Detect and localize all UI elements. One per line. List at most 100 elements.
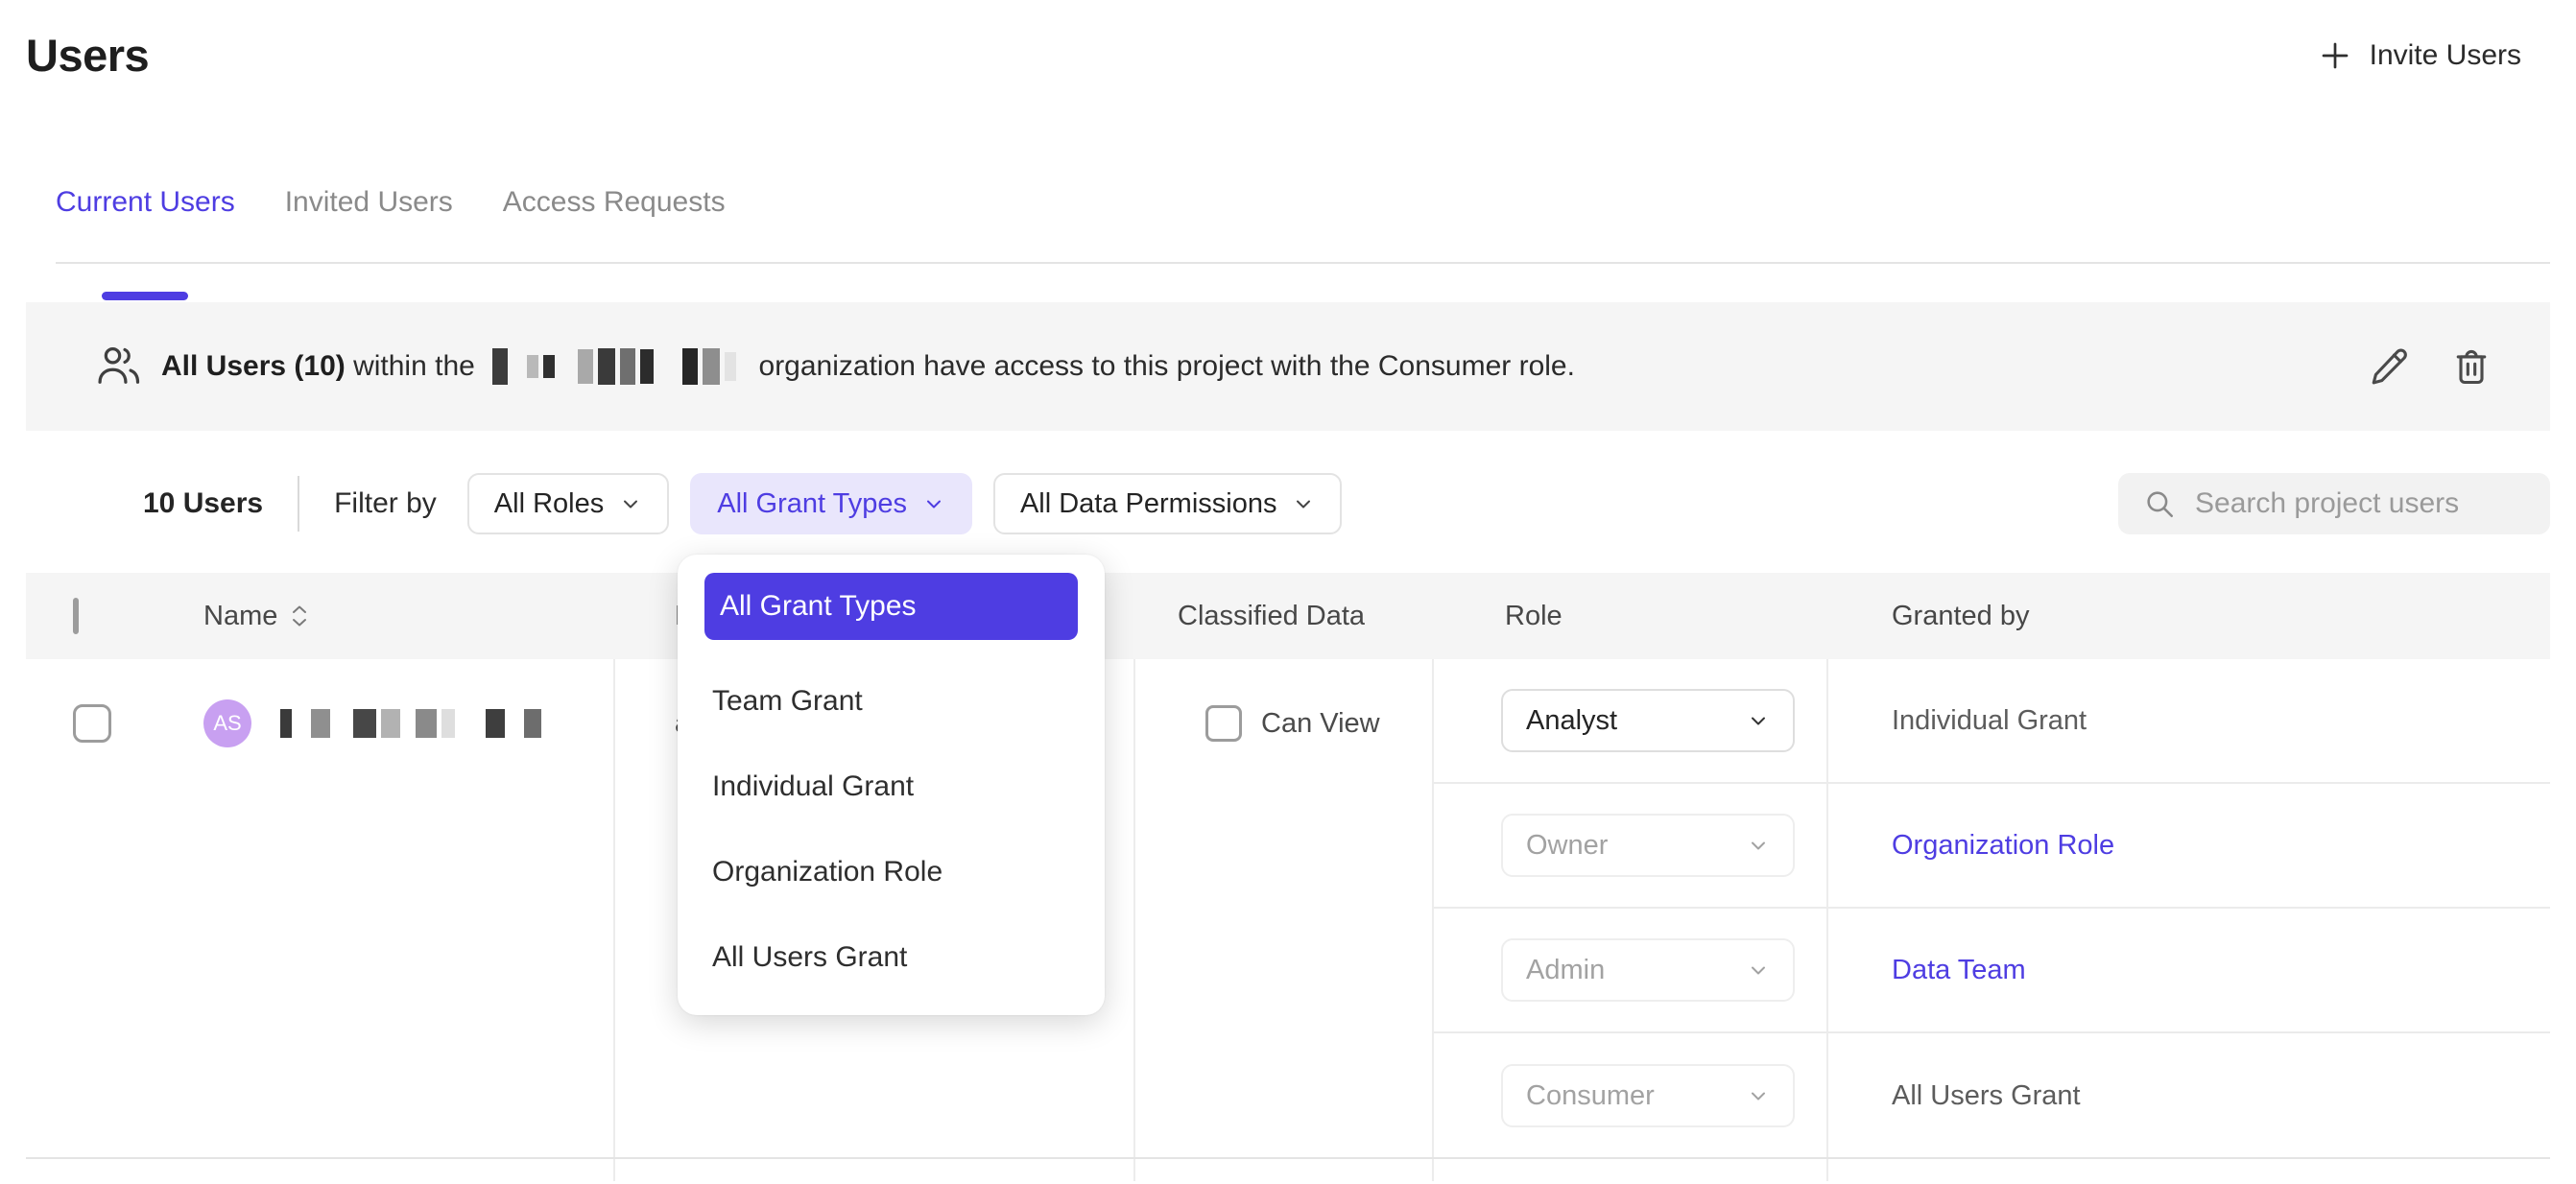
menu-item-organization-role[interactable]: Organization Role [678, 829, 1105, 914]
invite-users-label: Invite Users [2370, 39, 2521, 72]
filter-all-roles[interactable]: All Roles [467, 473, 669, 534]
chevron-down-icon [1747, 959, 1770, 982]
filter-bar: 10 Users Filter by All Roles All Grant T… [26, 473, 2550, 534]
select-all-checkbox[interactable] [73, 598, 79, 634]
menu-item-label: Team Grant [712, 685, 863, 718]
banner-text-after: organization have access to this project… [751, 350, 1575, 383]
filter-by-label: Filter by [334, 487, 437, 520]
active-tab-indicator [102, 292, 188, 300]
table-header: Name Email Classified Data Role Granted … [26, 573, 2550, 659]
table-body: AS a Can View Analyst [26, 659, 2550, 1181]
granted-by-value: All Users Grant [1892, 1080, 2081, 1111]
granted-by-link[interactable]: Data Team [1892, 955, 2026, 985]
users-table: Name Email Classified Data Role Granted … [26, 573, 2550, 1181]
granted-by-cell: Individual Grant [1826, 705, 2550, 737]
menu-item-individual-grant[interactable]: Individual Grant [678, 744, 1105, 829]
classified-data-cell: Can View [1133, 659, 1432, 788]
granted-by-cell: Data Team [1826, 955, 2550, 986]
people-icon [94, 342, 144, 391]
role-select-admin: Admin [1501, 938, 1795, 1002]
grants-list: Analyst Individual Grant Owner [1432, 659, 2550, 1181]
chevron-down-icon [1747, 1084, 1770, 1107]
header-checkbox-cell [26, 601, 203, 632]
banner-bold-text: All Users (10) [161, 350, 346, 383]
menu-item-all-grant-types[interactable]: All Grant Types [704, 573, 1078, 640]
role-select-owner: Owner [1501, 814, 1795, 877]
search-box [2118, 473, 2550, 534]
grant-row: Analyst Individual Grant [1432, 659, 2550, 784]
filter-label: All Grant Types [717, 488, 907, 520]
column-label: Role [1505, 601, 1562, 631]
filter-label: All Data Permissions [1020, 488, 1277, 520]
redacted-org-name [492, 348, 741, 385]
redacted-user-name [280, 709, 546, 738]
role-cell: Analyst [1432, 689, 1826, 752]
role-value: Owner [1526, 830, 1608, 862]
filter-all-grant-types[interactable]: All Grant Types [690, 473, 972, 534]
sort-icon[interactable] [291, 604, 308, 628]
tab-access-requests[interactable]: Access Requests [503, 183, 726, 262]
chevron-down-icon [1747, 709, 1770, 732]
tab-current-users[interactable]: Current Users [56, 183, 235, 262]
pencil-icon [2368, 345, 2410, 388]
column-header-role: Role [1432, 601, 1826, 632]
tab-label: Current Users [56, 186, 235, 218]
page-title: Users [26, 29, 149, 82]
search-input[interactable] [2195, 487, 2525, 520]
role-value: Consumer [1526, 1080, 1655, 1112]
role-cell: Consumer [1432, 1064, 1826, 1127]
menu-item-label: Individual Grant [712, 770, 914, 803]
banner-text: All Users (10) within the organization h… [161, 348, 1575, 385]
column-header-name: Name [203, 601, 613, 632]
menu-item-all-users-grant[interactable]: All Users Grant [678, 914, 1105, 1000]
role-cell: Admin [1432, 938, 1826, 1002]
user-name-cell: AS [203, 659, 613, 788]
tab-label: Invited Users [285, 186, 453, 218]
grant-types-dropdown-menu: All Grant Types Team Grant Individual Gr… [678, 555, 1105, 1015]
delete-button[interactable] [2448, 343, 2494, 390]
banner-text-before: within the [346, 350, 483, 383]
column-label: Classified Data [1178, 601, 1365, 631]
tab-bar: Current Users Invited Users Access Reque… [56, 183, 2550, 264]
granted-by-cell: All Users Grant [1826, 1080, 2550, 1112]
row-checkbox-cell [26, 659, 203, 788]
role-value: Admin [1526, 955, 1605, 986]
top-bar: Users Invite Users [26, 0, 2550, 82]
menu-item-label: All Users Grant [712, 941, 907, 974]
granted-by-cell: Organization Role [1826, 830, 2550, 862]
granted-by-value: Individual Grant [1892, 705, 2087, 736]
role-select-analyst[interactable]: Analyst [1501, 689, 1795, 752]
row-checkbox[interactable] [73, 704, 111, 743]
can-view-checkbox[interactable] [1205, 705, 1242, 742]
invite-users-button[interactable]: Invite Users [2318, 38, 2521, 73]
filter-label: All Roles [494, 488, 604, 520]
users-page: Users Invite Users Current Users Invited… [0, 0, 2576, 1181]
avatar: AS [203, 699, 251, 747]
filter-all-data-permissions[interactable]: All Data Permissions [993, 473, 1343, 534]
role-select-consumer: Consumer [1501, 1064, 1795, 1127]
granted-by-link[interactable]: Organization Role [1892, 830, 2114, 861]
role-value: Analyst [1526, 705, 1617, 737]
tab-invited-users[interactable]: Invited Users [285, 183, 453, 262]
menu-item-label: All Grant Types [720, 590, 917, 623]
edit-button[interactable] [2366, 343, 2412, 390]
can-view-label: Can View [1261, 708, 1380, 740]
divider [298, 476, 299, 532]
grant-row: Admin Data Team [1432, 909, 2550, 1033]
column-label: Granted by [1892, 601, 2029, 631]
trash-icon [2450, 345, 2493, 388]
chevron-down-icon [922, 492, 945, 515]
role-cell: Owner [1432, 814, 1826, 877]
search-icon [2143, 487, 2176, 520]
column-header-classified-data: Classified Data [1133, 601, 1432, 632]
plus-icon [2318, 38, 2352, 73]
chevron-down-icon [1292, 492, 1315, 515]
menu-item-team-grant[interactable]: Team Grant [678, 658, 1105, 744]
menu-item-label: Organization Role [712, 856, 942, 888]
grant-row: Owner Organization Role [1432, 784, 2550, 909]
column-label: Name [203, 601, 277, 632]
chevron-down-icon [619, 492, 642, 515]
chevron-down-icon [1747, 834, 1770, 857]
menu-items: Team Grant Individual Grant Organization… [678, 658, 1105, 1000]
all-users-banner: All Users (10) within the organization h… [26, 302, 2550, 431]
